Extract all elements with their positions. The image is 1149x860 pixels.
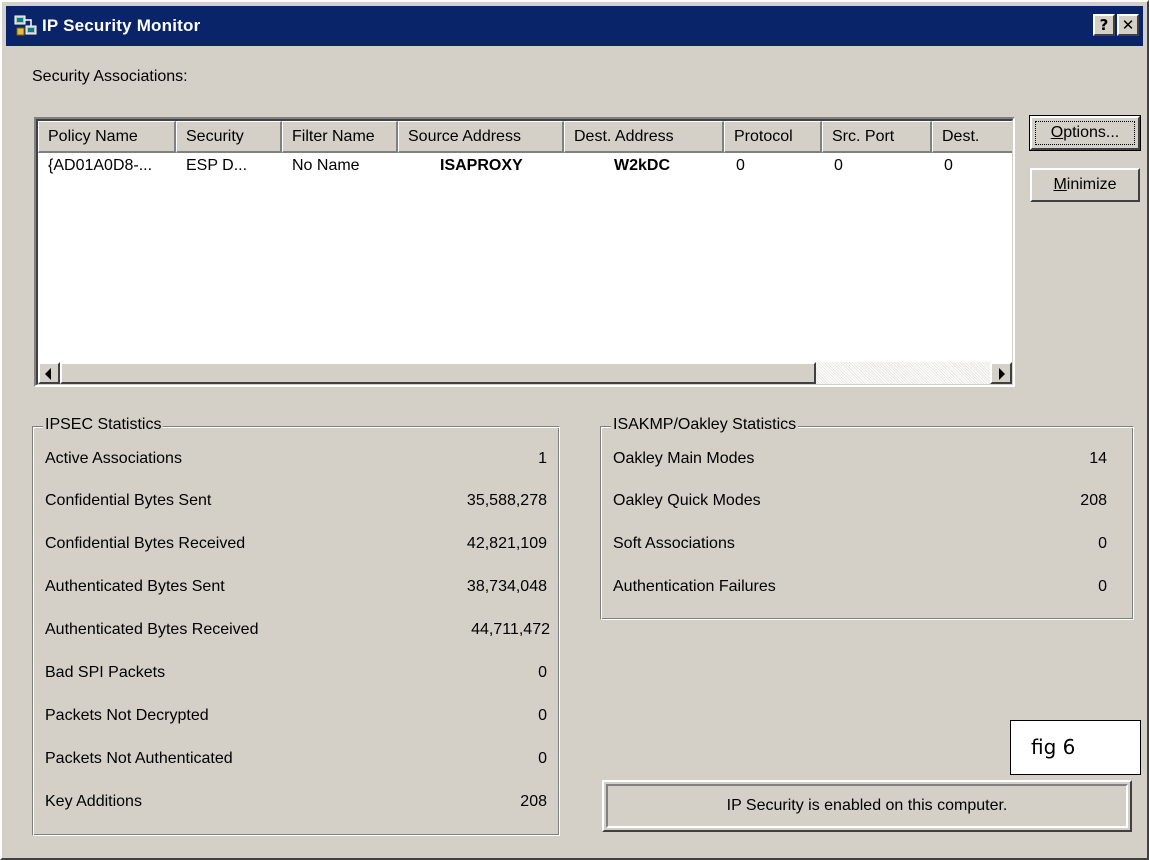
stat-label: Authenticated Bytes Sent xyxy=(45,578,225,595)
minimize-button[interactable]: Minimize xyxy=(1030,168,1140,202)
arrow-right-icon xyxy=(999,368,1005,380)
stat-row: Confidential Bytes Sent 35,588,278 xyxy=(45,492,547,518)
stat-row: Soft Associations 0 xyxy=(613,535,1121,561)
stat-row: Authenticated Bytes Received 44,711,472 xyxy=(45,621,550,647)
security-associations-list[interactable]: Policy Name Security Filter Name Source … xyxy=(34,117,1015,387)
ipsec-statistics-title: IPSEC Statistics xyxy=(43,416,164,434)
focus-rectangle xyxy=(1035,121,1135,145)
ip-security-monitor-window: IP Security Monitor ? ✕ Security Associa… xyxy=(0,0,1149,860)
stat-label: Authentication Failures xyxy=(613,578,776,595)
scroll-right-button[interactable] xyxy=(990,362,1012,384)
stat-row: Oakley Main Modes 14 xyxy=(613,450,1121,476)
stat-label: Confidential Bytes Received xyxy=(45,535,246,552)
stat-value: 1 xyxy=(538,450,547,467)
help-button[interactable]: ? xyxy=(1093,14,1115,36)
stat-value: 0 xyxy=(538,707,547,724)
stat-row: Packets Not Decrypted 0 xyxy=(45,707,547,733)
isakmp-oakley-statistics-group: ISAKMP/Oakley Statistics Oakley Main Mod… xyxy=(600,416,1134,620)
column-header-source-address[interactable]: Source Address xyxy=(398,121,564,153)
cell-dest-address: W2kDC xyxy=(614,157,671,174)
cell-source-address: ISAPROXY xyxy=(440,157,523,174)
stat-label: Authenticated Bytes Received xyxy=(45,621,259,638)
stat-label: Packets Not Decrypted xyxy=(45,707,209,724)
stat-value: 0 xyxy=(1098,535,1107,552)
stat-label: Active Associations xyxy=(45,450,182,467)
cell-security: ESP D... xyxy=(186,157,248,174)
arrow-left-icon xyxy=(45,368,51,380)
stat-row: Packets Not Authenticated 0 xyxy=(45,750,547,776)
ipsec-statistics-group: IPSEC Statistics Active Associations 1 C… xyxy=(32,416,560,836)
stat-row: Authentication Failures 0 xyxy=(613,578,1121,604)
stat-row: Active Associations 1 xyxy=(45,450,547,476)
stat-value: 35,588,278 xyxy=(466,492,547,509)
isakmp-oakley-statistics-title: ISAKMP/Oakley Statistics xyxy=(611,416,799,434)
stat-value: 44,711,472 xyxy=(471,621,550,638)
column-header-security[interactable]: Security xyxy=(176,121,282,153)
stat-value: 0 xyxy=(1098,578,1107,595)
column-header-policy-name[interactable]: Policy Name xyxy=(38,121,176,153)
column-header-protocol[interactable]: Protocol xyxy=(724,121,822,153)
stat-label: Oakley Main Modes xyxy=(613,450,755,467)
list-header: Policy Name Security Filter Name Source … xyxy=(38,121,1012,153)
stat-value: 208 xyxy=(1080,492,1107,509)
column-header-filter-name[interactable]: Filter Name xyxy=(282,121,398,153)
title-bar[interactable]: IP Security Monitor ? ✕ xyxy=(6,6,1143,46)
stat-label: Packets Not Authenticated xyxy=(45,750,233,767)
stat-label: Key Additions xyxy=(45,793,142,810)
security-associations-label: Security Associations: xyxy=(32,68,188,85)
stat-label: Oakley Quick Modes xyxy=(613,492,761,509)
stat-label: Bad SPI Packets xyxy=(45,664,166,681)
stat-row: Oakley Quick Modes 208 xyxy=(613,492,1121,518)
stat-value: 42,821,109 xyxy=(466,535,547,552)
minimize-button-label: Minimize xyxy=(1053,176,1117,193)
scroll-left-button[interactable] xyxy=(38,362,60,384)
list-item[interactable]: {AD01A0D8-... ESP D... No Name ISAPROXY … xyxy=(38,157,1012,183)
scrollbar-thumb[interactable] xyxy=(60,362,816,384)
stat-row: Key Additions 208 xyxy=(45,793,547,819)
network-computers-icon xyxy=(14,15,37,36)
close-button[interactable]: ✕ xyxy=(1117,14,1139,36)
stat-value: 0 xyxy=(538,664,547,681)
status-text: IP Security is enabled on this computer. xyxy=(606,784,1128,828)
column-header-dest-address[interactable]: Dest. Address xyxy=(564,121,724,153)
options-button[interactable]: Options... xyxy=(1029,115,1141,151)
column-header-src-port[interactable]: Src. Port xyxy=(822,121,932,153)
cell-dest-port: 0 xyxy=(944,157,953,174)
status-panel: IP Security is enabled on this computer. xyxy=(602,780,1132,832)
cell-src-port: 0 xyxy=(834,157,843,174)
cell-filter-name: No Name xyxy=(292,157,360,174)
column-header-dest-port[interactable]: Dest. xyxy=(932,121,1012,153)
stat-row: Confidential Bytes Received 42,821,109 xyxy=(45,535,547,561)
stat-value: 208 xyxy=(520,793,547,810)
stat-label: Confidential Bytes Sent xyxy=(45,492,212,509)
cell-protocol: 0 xyxy=(736,157,745,174)
cell-policy-name: {AD01A0D8-... xyxy=(48,157,153,174)
stat-value: 14 xyxy=(1089,450,1107,467)
stat-row: Bad SPI Packets 0 xyxy=(45,664,547,690)
figure-annotation: fig 6 xyxy=(1010,720,1141,775)
stat-value: 0 xyxy=(538,750,547,767)
stat-value: 38,734,048 xyxy=(466,578,547,595)
window-title: IP Security Monitor xyxy=(42,16,201,35)
horizontal-scrollbar[interactable] xyxy=(38,362,1012,384)
stat-label: Soft Associations xyxy=(613,535,735,552)
stat-row: Authenticated Bytes Sent 38,734,048 xyxy=(45,578,547,604)
